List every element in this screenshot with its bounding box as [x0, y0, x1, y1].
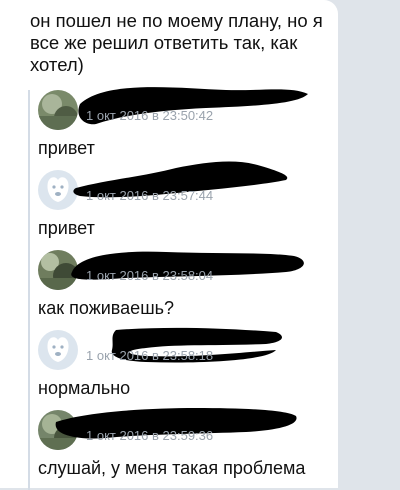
forwarded-message[interactable]: 1 окт 2016 в 23:50:42 привет — [38, 82, 328, 162]
avatar[interactable] — [38, 90, 78, 130]
forwarded-message[interactable]: 1 окт 2016 в 23:58:18 нормально — [38, 322, 328, 402]
forwarded-message-text: привет — [38, 218, 95, 238]
forwarded-message-text: нормально — [38, 378, 131, 398]
avatar[interactable] — [38, 250, 78, 290]
avatar[interactable] — [38, 330, 78, 370]
message-timestamp: 1 окт 2016 в 23:59:36 — [86, 428, 214, 443]
default-dog-avatar-icon — [38, 330, 78, 370]
message-text: он пошел не по моему плану, но я все же … — [30, 10, 323, 75]
message-timestamp: 1 окт 2016 в 23:57:44 — [86, 188, 214, 203]
message-timestamp: 1 окт 2016 в 23:50:42 — [86, 108, 214, 123]
message-timestamp: 1 окт 2016 в 23:58:04 — [86, 268, 214, 283]
forwarded-message[interactable]: 1 окт 2016 в 23:58:04 как поживаешь? — [38, 242, 328, 322]
avatar[interactable] — [38, 170, 78, 210]
forwarded-message-text: как поживаешь? — [38, 298, 175, 318]
avatar-photo-icon — [38, 250, 78, 290]
forwarded-message[interactable]: 1 окт 2016 в 23:57:44 привет — [38, 161, 328, 242]
forwarded-quote-line — [28, 90, 30, 490]
forwarded-message-text: слушай, у меня такая проблема — [38, 458, 306, 478]
forwarded-message[interactable]: 1 окт 2016 в 23:59:36 слушай, у меня так… — [38, 402, 328, 482]
forwarded-message-text: привет — [38, 138, 95, 158]
default-dog-avatar-icon — [38, 170, 78, 210]
avatar-photo-icon — [38, 90, 78, 130]
message-timestamp: 1 окт 2016 в 23:58:18 — [86, 348, 214, 363]
